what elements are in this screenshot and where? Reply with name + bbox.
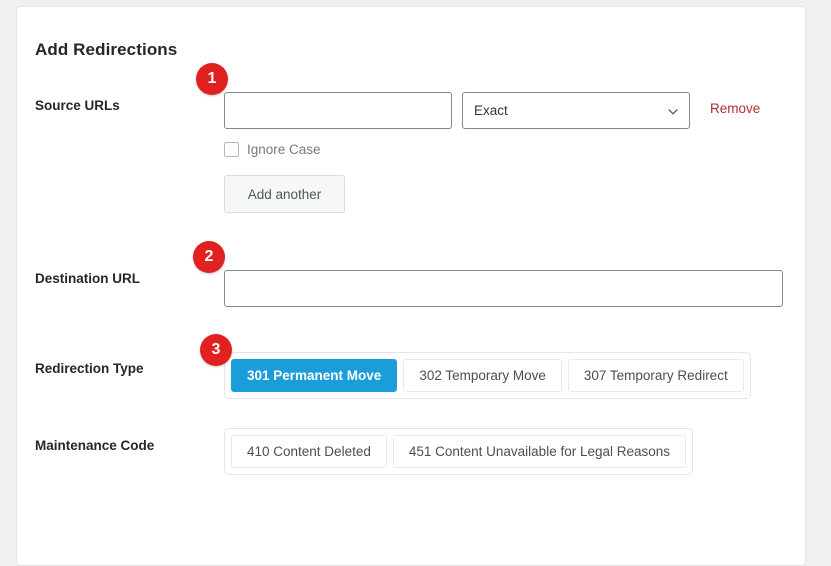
source-url-input[interactable]	[224, 92, 452, 129]
ignore-case-checkbox[interactable]	[224, 142, 239, 157]
match-type-select[interactable]: Exact	[462, 92, 690, 129]
remove-source-link[interactable]: Remove	[710, 101, 760, 116]
maintenance-code-label: Maintenance Code	[35, 438, 155, 453]
ignore-case-checkbox-row[interactable]: Ignore Case	[224, 142, 321, 157]
add-another-button[interactable]: Add another	[224, 175, 345, 213]
maintenance-code-option-410[interactable]: 410 Content Deleted	[231, 435, 387, 468]
annotation-badge-1: 1	[196, 63, 228, 95]
source-urls-label: Source URLs	[35, 98, 120, 113]
redirection-type-label: Redirection Type	[35, 361, 144, 376]
maintenance-code-button-group: 410 Content Deleted 451 Content Unavaila…	[224, 428, 694, 475]
redirection-type-option-307[interactable]: 307 Temporary Redirect	[567, 359, 744, 392]
redirection-type-button-group: 301 Permanent Move 302 Temporary Move 30…	[224, 352, 751, 399]
chevron-down-icon	[667, 105, 678, 116]
annotation-badge-2: 2	[193, 241, 225, 273]
maintenance-code-option-451[interactable]: 451 Content Unavailable for Legal Reason…	[392, 435, 687, 468]
page-title: Add Redirections	[35, 40, 178, 59]
add-redirections-card: Add Redirections Source URLs Exact Remov…	[16, 6, 806, 566]
destination-url-label: Destination URL	[35, 271, 141, 286]
redirection-type-option-301[interactable]: 301 Permanent Move	[231, 359, 398, 392]
redirection-type-option-302[interactable]: 302 Temporary Move	[403, 359, 562, 392]
match-type-value: Exact	[474, 103, 508, 118]
destination-url-input[interactable]	[224, 270, 783, 307]
ignore-case-label: Ignore Case	[247, 142, 321, 157]
annotation-badge-3: 3	[200, 334, 232, 366]
